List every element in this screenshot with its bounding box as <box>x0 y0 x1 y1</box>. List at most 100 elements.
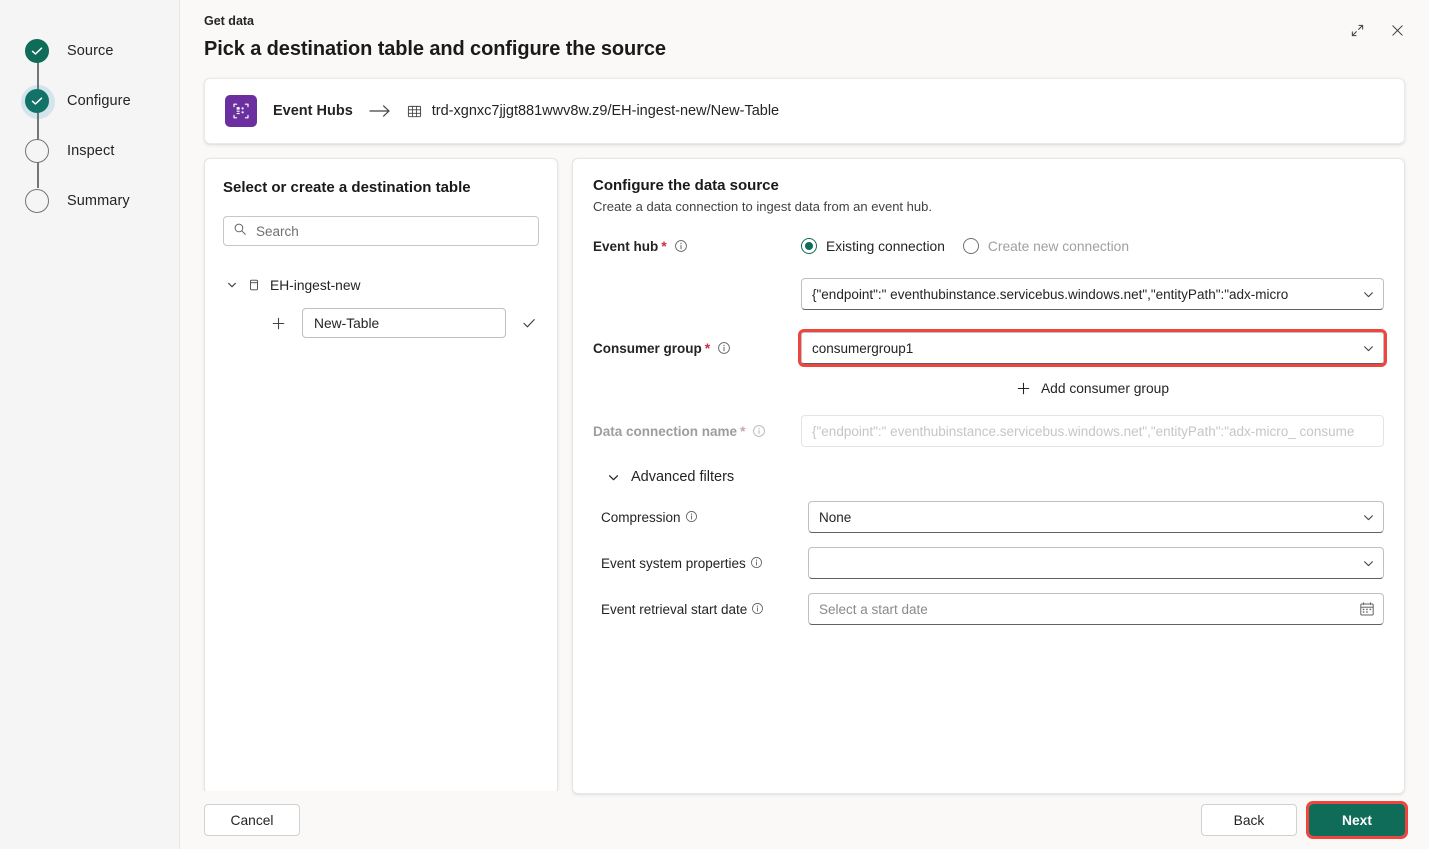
step-pending-icon <box>25 189 49 213</box>
wizard-step-source[interactable]: Source <box>0 26 179 76</box>
destination-table-panel: Select or create a destination table Sea… <box>204 158 558 794</box>
step-pending-icon <box>25 139 49 163</box>
plus-icon <box>1016 381 1031 396</box>
event-hub-connection-mode: Existing connection Create new connectio… <box>801 238 1129 254</box>
radio-existing-connection[interactable]: Existing connection <box>801 238 945 254</box>
tree-node-database[interactable]: EH-ingest-new <box>223 272 539 298</box>
checkmark-icon[interactable] <box>519 313 539 333</box>
dialog-header: Get data Pick a destination table and co… <box>180 0 1429 64</box>
chevron-down-icon <box>1362 288 1375 301</box>
connection-dropdown-value: {"endpoint":" eventhubinstance.servicebu… <box>812 286 1289 302</box>
step-done-icon <box>21 85 55 119</box>
destination-panel-title: Select or create a destination table <box>223 179 471 196</box>
new-table-row: New-Table <box>223 308 539 338</box>
wizard-step-label: Summary <box>67 193 130 209</box>
search-icon <box>233 222 247 241</box>
event-system-properties-dropdown[interactable] <box>808 547 1384 579</box>
wizard-step-label: Source <box>67 43 114 59</box>
event-retrieval-start-date-label-text: Event retrieval start date <box>601 601 748 617</box>
search-input[interactable]: Search <box>223 216 539 246</box>
data-connection-name-row: Data connection name * {"endpoint":" eve… <box>593 415 1384 447</box>
expand-icon[interactable] <box>1341 14 1373 46</box>
close-icon[interactable] <box>1381 14 1413 46</box>
add-consumer-group-row: Add consumer group <box>801 376 1384 401</box>
plus-icon[interactable] <box>269 314 287 332</box>
advanced-filters-label: Advanced filters <box>631 469 735 485</box>
database-name: EH-ingest-new <box>270 277 361 293</box>
wizard-rail: Source Configure Inspect Summary <box>0 0 180 849</box>
wizard-step-inspect[interactable]: Inspect <box>0 126 179 176</box>
compression-label-text: Compression <box>601 509 681 525</box>
table-tree: EH-ingest-new New-Table <box>223 272 539 338</box>
dialog-body: Select or create a destination table Sea… <box>204 158 1405 794</box>
event-hub-row: Event hub * Existing connection Create n… <box>593 238 1384 254</box>
wizard-step-configure[interactable]: Configure <box>0 76 179 126</box>
configure-panel-subtitle: Create a data connection to ingest data … <box>593 199 932 214</box>
required-asterisk: * <box>704 340 711 356</box>
consumer-group-label: Consumer group * <box>593 341 801 356</box>
data-connection-name-value: {"endpoint":" eventhubinstance.servicebu… <box>812 423 1355 439</box>
consumer-group-label-text: Consumer group <box>593 340 702 356</box>
info-icon[interactable] <box>717 341 731 355</box>
configure-form: Event hub * Existing connection Create n… <box>593 238 1387 625</box>
radio-icon-selected <box>801 238 817 254</box>
chevron-down-icon <box>1362 511 1375 524</box>
info-icon[interactable] <box>752 424 766 438</box>
chevron-down-icon[interactable] <box>223 279 241 291</box>
event-hubs-icon <box>225 95 257 127</box>
compression-label: Compression <box>593 510 808 525</box>
event-retrieval-start-date-row: Event retrieval start date Select a star… <box>593 593 1384 625</box>
data-connection-name-label: Data connection name * <box>593 424 801 439</box>
step-done-icon <box>25 39 49 63</box>
connection-dropdown[interactable]: {"endpoint":" eventhubinstance.servicebu… <box>801 278 1384 310</box>
event-retrieval-start-date-input[interactable]: Select a start date <box>808 593 1384 625</box>
cancel-button[interactable]: Cancel <box>204 804 300 836</box>
required-asterisk: * <box>661 238 667 254</box>
compression-value: None <box>819 509 852 525</box>
chevron-down-icon <box>1362 557 1375 570</box>
connection-select-row: {"endpoint":" eventhubinstance.servicebu… <box>593 278 1384 310</box>
source-summary-card: Event Hubs trd-xgnxc7jjgt881wwv8w.z9/EH-… <box>204 78 1405 144</box>
back-button[interactable]: Back <box>1201 804 1297 836</box>
add-consumer-group-label: Add consumer group <box>1040 381 1170 396</box>
advanced-filters-toggle[interactable]: Advanced filters <box>607 469 1384 485</box>
configure-panel-title: Configure the data source <box>593 177 779 194</box>
search-placeholder: Search <box>256 223 299 239</box>
consumer-group-row: Consumer group * consumergroup1 <box>593 329 1387 367</box>
data-connection-name-input: {"endpoint":" eventhubinstance.servicebu… <box>801 415 1384 447</box>
get-data-dialog: Source Configure Inspect Summary Get dat… <box>0 0 1429 849</box>
event-hub-label: Event hub * <box>593 239 801 254</box>
source-connector-name: Event Hubs <box>273 103 353 119</box>
consumer-group-value: consumergroup1 <box>812 340 914 356</box>
dialog-eyebrow: Get data <box>204 14 255 28</box>
compression-dropdown[interactable]: None <box>808 501 1384 533</box>
radio-create-new-connection[interactable]: Create new connection <box>962 238 1130 254</box>
event-retrieval-start-date-label: Event retrieval start date <box>593 602 808 617</box>
event-hub-label-text: Event hub <box>593 238 659 254</box>
event-system-properties-row: Event system properties <box>593 547 1384 579</box>
radio-label: Existing connection <box>826 238 945 254</box>
window-controls <box>1341 14 1413 46</box>
event-system-properties-label: Event system properties <box>593 556 808 571</box>
compression-row: Compression None <box>593 501 1384 533</box>
required-asterisk: * <box>740 423 746 439</box>
radio-icon-unselected <box>962 238 979 254</box>
dialog-main: Get data Pick a destination table and co… <box>180 0 1429 849</box>
chevron-down-icon <box>607 471 620 484</box>
info-icon[interactable] <box>674 239 688 253</box>
info-icon[interactable] <box>750 556 764 570</box>
chevron-down-icon <box>1362 342 1375 355</box>
calendar-icon[interactable] <box>1359 601 1375 617</box>
info-icon[interactable] <box>685 510 699 524</box>
table-icon <box>407 104 422 119</box>
info-icon[interactable] <box>751 602 765 616</box>
radio-label: Create new connection <box>987 238 1130 254</box>
wizard-step-summary[interactable]: Summary <box>0 176 179 226</box>
next-button[interactable]: Next <box>1306 801 1408 839</box>
new-table-name-input[interactable]: New-Table <box>302 308 507 338</box>
wizard-step-label: Configure <box>67 93 131 109</box>
database-icon <box>247 278 261 292</box>
destination-path: trd-xgnxc7jjgt881wwv8w.z9/EH-ingest-new/… <box>431 103 780 119</box>
consumer-group-dropdown[interactable]: consumergroup1 <box>798 329 1387 367</box>
add-consumer-group-button[interactable]: Add consumer group <box>1008 376 1177 401</box>
